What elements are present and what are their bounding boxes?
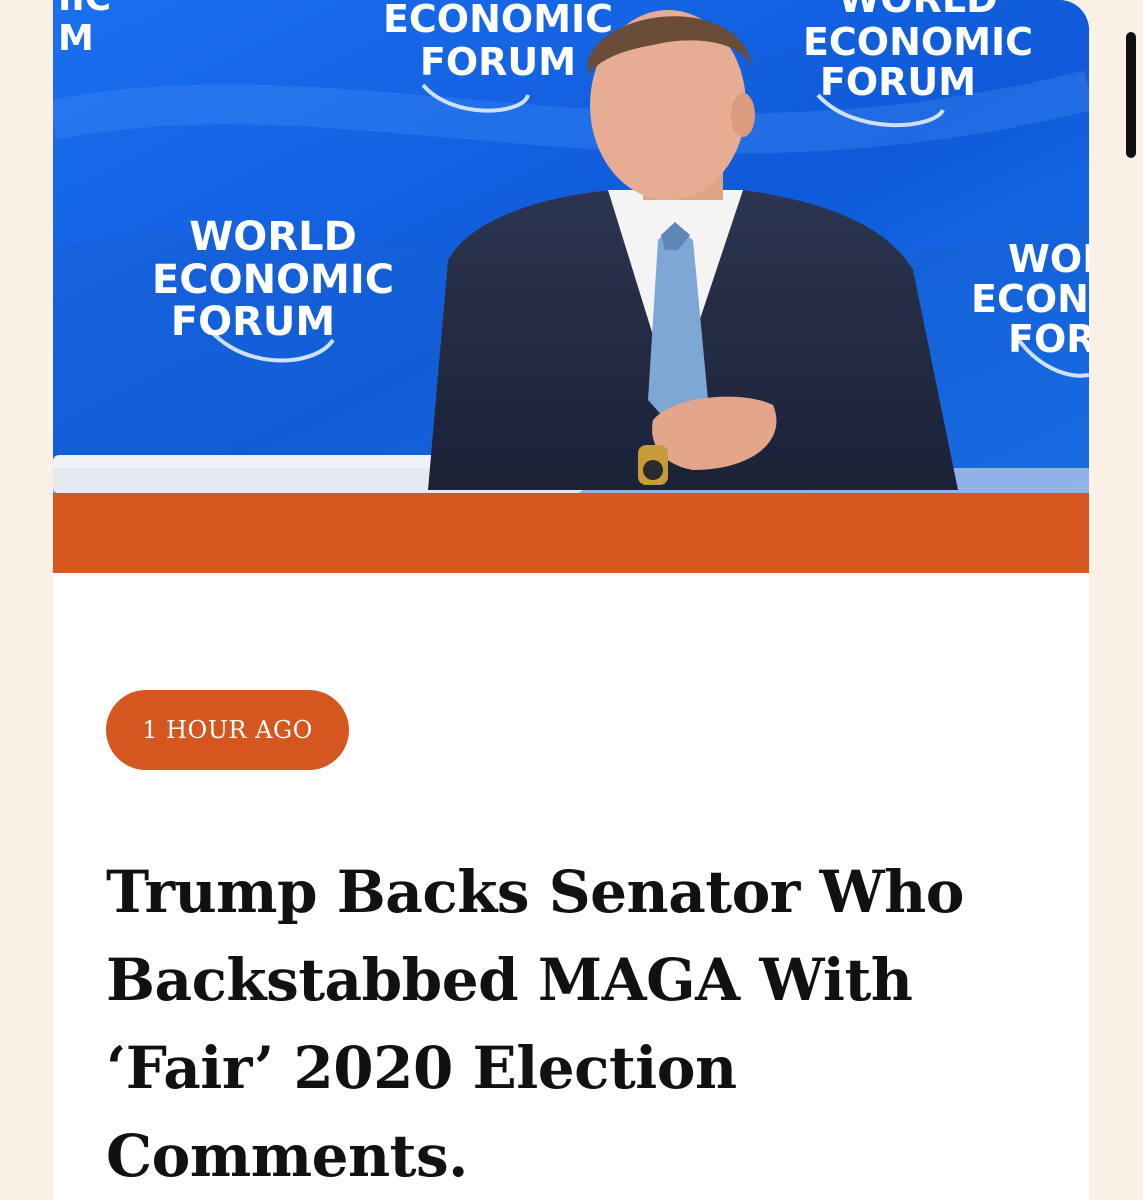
banner-partial-left-1: IIC: [58, 0, 111, 19]
scrollbar-thumb[interactable]: [1126, 32, 1136, 158]
hero-photo: ECONOMIC FORUM WORLD ECONOMIC FORUM WORL…: [53, 0, 1089, 493]
headline-line-4: Comments.: [106, 1122, 468, 1190]
time-badge: 1 HOUR AGO: [106, 690, 349, 770]
headline-line-2: Backstabbed MAGA With: [106, 946, 913, 1014]
banner-partial-right-2: ECON: [971, 277, 1089, 321]
banner-text-3a: WORLD: [189, 214, 357, 260]
banner-text-1b: FORUM: [420, 40, 576, 84]
banner-text-3b: ECONOMIC: [152, 257, 394, 303]
time-badge-label: 1 HOUR AGO: [142, 716, 313, 744]
headline-line-1: Trump Backs Senator Who: [106, 858, 965, 926]
article-headline[interactable]: Trump Backs Senator Who Backstabbed MAGA…: [106, 848, 1006, 1200]
headline-line-3: ‘Fair’ 2020 Election: [106, 1034, 737, 1102]
banner-text-2a: WORLD: [838, 0, 997, 21]
accent-band: [53, 493, 1089, 573]
article-card[interactable]: ECONOMIC FORUM WORLD ECONOMIC FORUM WORL…: [53, 0, 1089, 1200]
scrollbar[interactable]: [1122, 0, 1143, 1200]
banner-partial-right-3: FOR: [1008, 317, 1089, 361]
hero-image[interactable]: ECONOMIC FORUM WORLD ECONOMIC FORUM WORL…: [53, 0, 1089, 493]
banner-text-3c: FORUM: [171, 299, 335, 345]
banner-text-2b: ECONOMIC: [803, 20, 1033, 64]
banner-text-2c: FORUM: [820, 60, 976, 104]
banner-partial-right-1: WOR: [1008, 237, 1089, 281]
banner-text-1a: ECONOMIC: [383, 0, 613, 41]
banner-partial-left-2: M: [58, 18, 94, 59]
